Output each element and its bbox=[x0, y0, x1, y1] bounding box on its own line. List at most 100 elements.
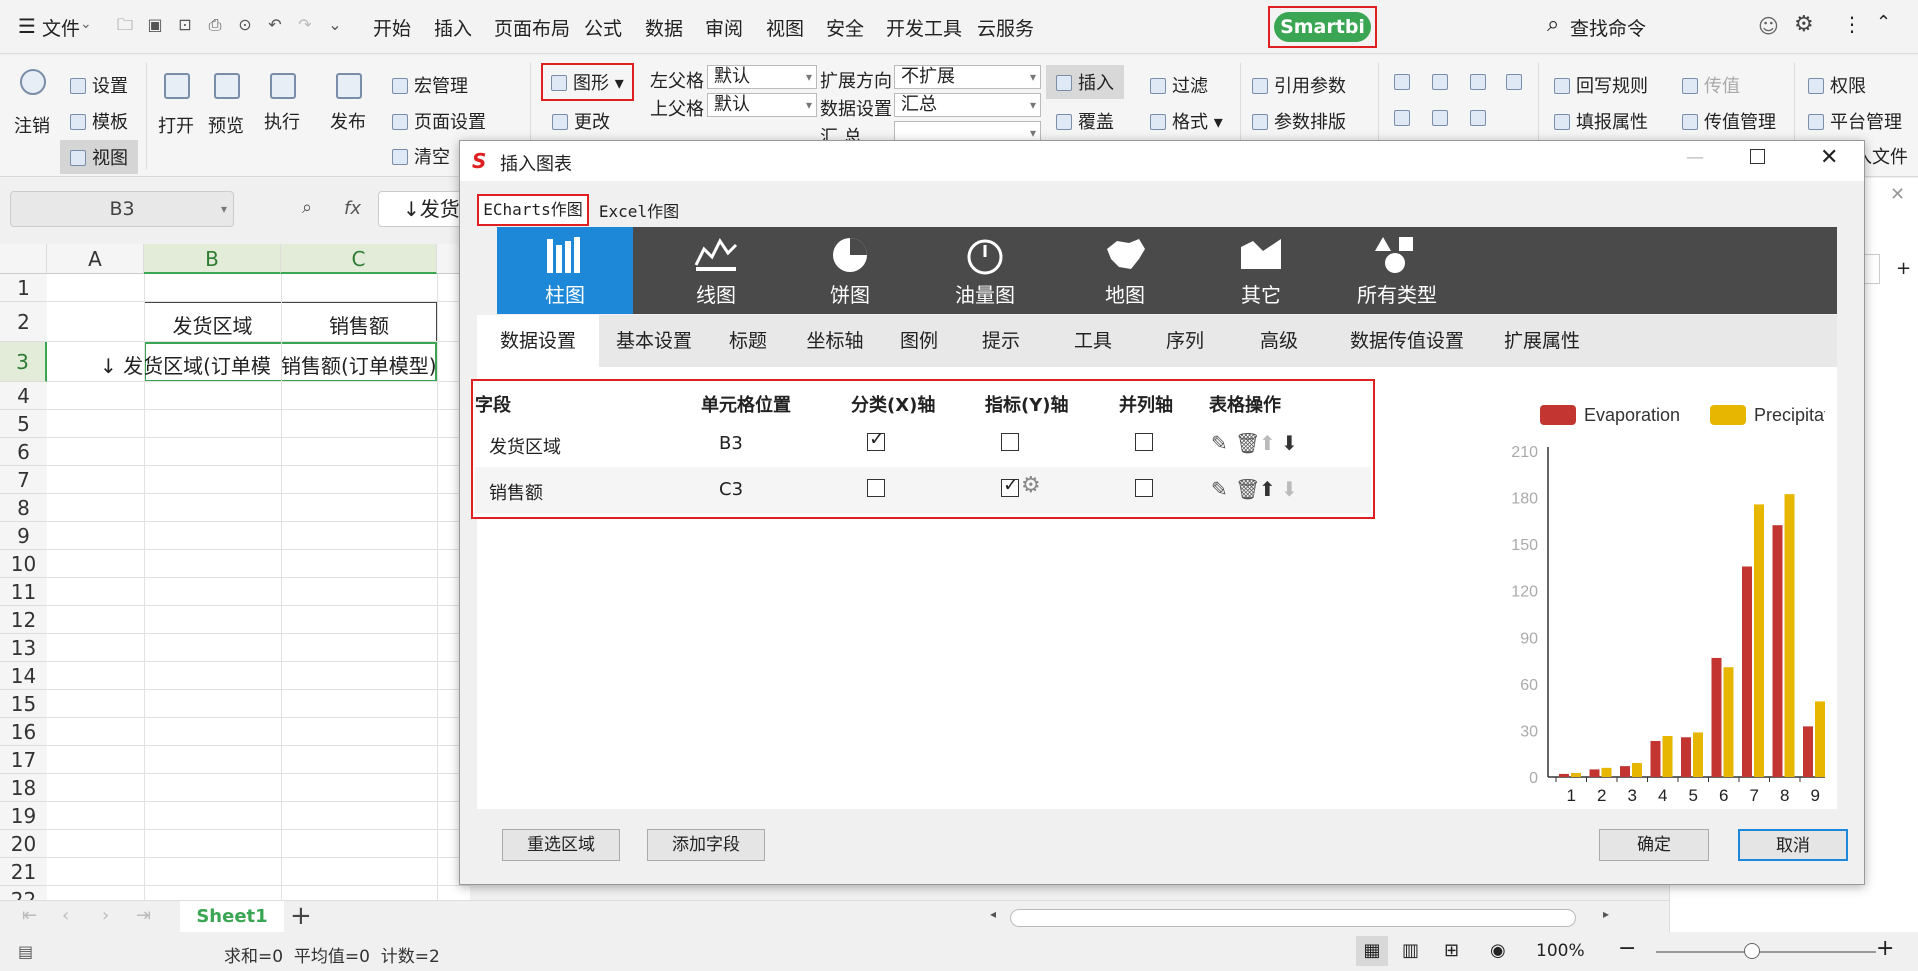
left-parent-select[interactable]: 默认 bbox=[707, 65, 817, 89]
param-layout-button[interactable]: 参数排版 bbox=[1252, 108, 1346, 134]
tab-data-pass[interactable]: 数据传值设置 bbox=[1327, 315, 1487, 367]
table-row[interactable]: 销售额 C3 ✓ ⚙ ✎ 🗑 ⬆ ⬇ bbox=[475, 467, 1371, 513]
minimize-icon[interactable]: — bbox=[1686, 147, 1704, 168]
open-button[interactable]: 打开 bbox=[158, 112, 194, 138]
eye-protect-icon[interactable]: ◉ bbox=[1490, 940, 1506, 961]
print-icon[interactable]: ⎙ bbox=[206, 16, 224, 34]
menu-dev-tools[interactable]: 开发工具 bbox=[886, 14, 962, 41]
prev-sheet-icon[interactable]: ‹ bbox=[62, 905, 69, 926]
move-down-icon[interactable]: ⬇ bbox=[1281, 477, 1298, 501]
row-header[interactable]: 22 bbox=[0, 886, 47, 900]
up-parent-select[interactable]: 默认 bbox=[707, 93, 817, 117]
column-header[interactable]: B bbox=[144, 244, 281, 274]
menu-file[interactable]: 文件 bbox=[42, 14, 80, 41]
row-header[interactable]: 15 bbox=[0, 690, 47, 718]
tool-icon[interactable] bbox=[1432, 74, 1448, 90]
move-up-icon[interactable]: ⬆ bbox=[1259, 431, 1276, 455]
macro-button[interactable]: 宏管理 bbox=[392, 72, 468, 98]
close-icon[interactable]: ✕ bbox=[1890, 184, 1905, 205]
zoom-slider[interactable] bbox=[1656, 951, 1876, 953]
x-axis-checkbox[interactable]: ✓ bbox=[867, 428, 885, 451]
tab-axis[interactable]: 坐标轴 bbox=[787, 315, 883, 367]
scroll-left-icon[interactable]: ◂ bbox=[990, 907, 996, 921]
fill-prop-button[interactable]: 填报属性 bbox=[1554, 108, 1648, 134]
tab-ext-props[interactable]: 扩展属性 bbox=[1487, 315, 1597, 367]
zoom-out-icon[interactable]: − bbox=[1618, 936, 1636, 961]
chart-type-bar-chart[interactable]: 柱图 bbox=[497, 227, 633, 314]
add-sheet-button[interactable]: + bbox=[290, 901, 312, 931]
format-button[interactable]: 格式 ▾ bbox=[1150, 108, 1223, 134]
tab-echarts[interactable]: ECharts作图 bbox=[477, 194, 589, 226]
gear-icon[interactable]: ⚙ bbox=[1794, 12, 1814, 37]
view-button[interactable]: 视图 bbox=[60, 140, 138, 174]
row-header[interactable]: 18 bbox=[0, 774, 47, 802]
panel-add-icon[interactable]: + bbox=[1896, 258, 1911, 279]
template-button[interactable]: 模板 bbox=[70, 108, 128, 134]
search-command[interactable]: 查找命令 bbox=[1570, 14, 1646, 41]
menu-formula[interactable]: 公式 bbox=[584, 14, 622, 41]
edit-icon[interactable]: ✎ bbox=[1211, 477, 1228, 501]
tool-icon[interactable] bbox=[1394, 74, 1410, 90]
row-header[interactable]: 9 bbox=[0, 522, 47, 550]
add-field-button[interactable]: 添加字段 bbox=[647, 829, 765, 861]
tab-smartbi[interactable]: Smartbi bbox=[1268, 6, 1377, 48]
feedback-icon[interactable]: ☺ bbox=[1758, 14, 1779, 38]
column-header[interactable]: C bbox=[281, 244, 437, 274]
row-header[interactable]: 8 bbox=[0, 494, 47, 522]
column-header[interactable]: A bbox=[47, 244, 144, 274]
y-axis-checkbox[interactable]: ✓ bbox=[1001, 474, 1019, 497]
row-header[interactable]: 12 bbox=[0, 606, 47, 634]
cell-b2[interactable]: 发货区域 bbox=[144, 310, 281, 339]
platform-mgr-button[interactable]: 平台管理 bbox=[1808, 108, 1918, 134]
row-header[interactable]: 19 bbox=[0, 802, 47, 830]
menu-security[interactable]: 安全 bbox=[826, 14, 864, 41]
row-header[interactable]: 11 bbox=[0, 578, 47, 606]
collapse-ribbon-icon[interactable]: ⌃ bbox=[1876, 12, 1891, 33]
row-header[interactable]: 14 bbox=[0, 662, 47, 690]
row-header[interactable]: 17 bbox=[0, 746, 47, 774]
delete-icon[interactable]: 🗑 bbox=[1235, 477, 1260, 501]
customize-icon[interactable]: ⌄ bbox=[326, 16, 344, 34]
print-preview-icon[interactable]: ⊙ bbox=[236, 16, 254, 34]
tool-icon[interactable] bbox=[1470, 74, 1486, 90]
tab-series[interactable]: 序列 bbox=[1139, 315, 1231, 367]
row-header[interactable]: 7 bbox=[0, 466, 47, 494]
reselect-area-button[interactable]: 重选区域 bbox=[502, 829, 620, 861]
y-axis-checkbox[interactable] bbox=[1001, 433, 1019, 451]
row-header[interactable]: 1 bbox=[0, 274, 47, 302]
chart-type-pie[interactable]: 饼图 bbox=[797, 227, 903, 314]
row-header[interactable]: 20 bbox=[0, 830, 47, 858]
tool-icon[interactable] bbox=[1470, 110, 1486, 126]
change-button[interactable]: 更改 bbox=[552, 108, 610, 134]
last-sheet-icon[interactable]: ⇥ bbox=[136, 905, 151, 926]
chart-type-other[interactable]: 其它 bbox=[1193, 227, 1329, 314]
search-icon[interactable]: ⌕ bbox=[1547, 12, 1559, 37]
tool-icon[interactable] bbox=[1394, 110, 1410, 126]
row-header[interactable]: 4 bbox=[0, 382, 47, 410]
fx-label[interactable]: fx bbox=[344, 198, 361, 219]
filter-button[interactable]: 过滤 bbox=[1150, 72, 1208, 98]
save-icon[interactable]: ▣ bbox=[146, 16, 164, 34]
chart-type-all[interactable]: 所有类型 bbox=[1329, 227, 1465, 314]
formula-input[interactable]: ↓发货 bbox=[378, 191, 468, 227]
page-break-view-icon[interactable]: ▥ bbox=[1402, 940, 1419, 961]
logout-icon[interactable] bbox=[20, 69, 46, 95]
cell-a3[interactable]: ↓ 发货区域(订单模 bbox=[100, 350, 281, 379]
move-down-icon[interactable]: ⬇ bbox=[1281, 431, 1298, 455]
undo-icon[interactable]: ↶ bbox=[266, 16, 284, 34]
zoom-slider-thumb[interactable] bbox=[1744, 943, 1760, 959]
chart-type-line[interactable]: 线图 bbox=[663, 227, 769, 314]
tab-tooltip[interactable]: 提示 bbox=[955, 315, 1047, 367]
publish-icon[interactable] bbox=[336, 73, 362, 99]
pass-value-button[interactable]: 传值 bbox=[1682, 72, 1740, 98]
tab-tools[interactable]: 工具 bbox=[1047, 315, 1139, 367]
cell-c3[interactable]: 销售额(订单模型) bbox=[281, 350, 441, 379]
first-sheet-icon[interactable]: ⇤ bbox=[22, 905, 37, 926]
menu-view[interactable]: 视图 bbox=[766, 14, 804, 41]
menu-data[interactable]: 数据 bbox=[645, 14, 683, 41]
tool-icon[interactable] bbox=[1506, 74, 1522, 90]
menu-start[interactable]: 开始 bbox=[373, 14, 411, 41]
menu-review[interactable]: 审阅 bbox=[705, 14, 743, 41]
chart-button[interactable]: 图形 ▾ bbox=[541, 63, 634, 101]
publish-button[interactable]: 发布 bbox=[330, 108, 366, 134]
